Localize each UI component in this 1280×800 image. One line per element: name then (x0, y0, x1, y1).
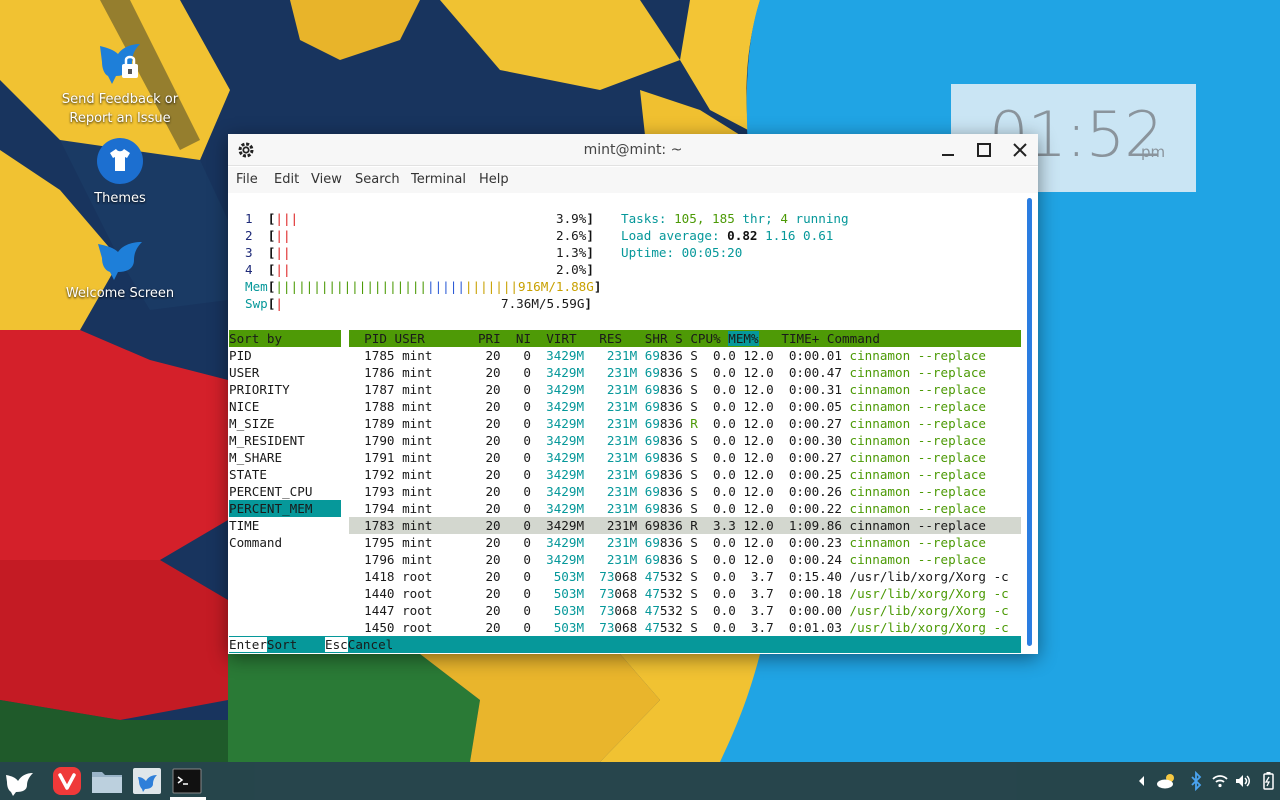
menu-edit[interactable]: Edit (274, 172, 299, 187)
welcome-bird-icon (98, 242, 142, 280)
cpu-meter-value: 2.6%] (556, 228, 594, 243)
cpu-meter-value: 3.9%] (556, 211, 594, 226)
uptime: Uptime: 00:05:20 (621, 245, 743, 260)
window-title: mint@mint: ~ (583, 142, 683, 158)
function-key-enter[interactable]: EnterSort (229, 636, 298, 653)
sort-option[interactable]: PID (229, 347, 341, 364)
weather-icon[interactable] (1155, 771, 1179, 791)
process-row[interactable]: 1795 mint 20 0 3429M 231M 69836 S 0.0 12… (349, 534, 1021, 551)
terminal-scrollbar[interactable] (1027, 198, 1032, 646)
taskbar (0, 762, 1280, 800)
desktop-icon-welcome-screen[interactable]: Welcome Screen (60, 240, 180, 303)
function-key-esc[interactable]: EscCancel (325, 636, 394, 653)
feedback-bird-icon (100, 44, 140, 84)
cpu-meter-value: 1.3%] (556, 245, 594, 260)
sort-option[interactable]: PRIORITY (229, 381, 341, 398)
minimize-icon[interactable] (938, 140, 958, 160)
process-row[interactable]: 1794 mint 20 0 3429M 231M 69836 S 0.0 12… (349, 500, 1021, 517)
process-row[interactable]: 1792 mint 20 0 3429M 231M 69836 S 0.0 12… (349, 466, 1021, 483)
cpu-meter-value: 2.0%] (556, 262, 594, 277)
sort-option[interactable]: NICE (229, 398, 341, 415)
process-row[interactable]: 1793 mint 20 0 3429M 231M 69836 S 0.0 12… (349, 483, 1021, 500)
bluetooth-icon[interactable] (1187, 771, 1205, 791)
menu-file[interactable]: File (236, 172, 258, 187)
swap-meter: Swp[| (245, 296, 283, 311)
sort-option[interactable]: Command (229, 534, 341, 551)
process-row[interactable]: 1788 mint 20 0 3429M 231M 69836 S 0.0 12… (349, 398, 1021, 415)
clock-ampm: pm (1141, 143, 1166, 161)
sort-option[interactable]: M_SIZE (229, 415, 341, 432)
sort-panel-title: Sort by (229, 330, 341, 347)
sort-option[interactable]: TIME (229, 517, 341, 534)
terminal-window[interactable]: mint@mint: ~ File Edit View Search Termi… (228, 134, 1038, 654)
process-row[interactable]: 1785 mint 20 0 3429M 231M 69836 S 0.0 12… (349, 347, 1021, 364)
desktop-icon-themes[interactable]: Themes (60, 137, 180, 208)
cpu-meter: 2 [|| (245, 228, 291, 243)
desktop-icon-label: Send Feedback or (61, 92, 179, 107)
menu-bar: File Edit View Search Terminal Help (228, 167, 1038, 193)
menu-icon[interactable] (2, 765, 36, 797)
process-row[interactable]: 1786 mint 20 0 3429M 231M 69836 S 0.0 12… (349, 364, 1021, 381)
menu-search[interactable]: Search (355, 172, 400, 187)
tasks-summary: Tasks: 105, 185 thr; 4 running (621, 211, 849, 226)
sort-option[interactable]: M_RESIDENT (229, 432, 341, 449)
process-row[interactable]: 1790 mint 20 0 3429M 231M 69836 S 0.0 12… (349, 432, 1021, 449)
wifi-icon[interactable] (1211, 771, 1229, 791)
cpu-meter: 3 [|| (245, 245, 291, 260)
desktop-icon-label: Themes (94, 191, 146, 206)
volume-icon[interactable] (1234, 771, 1252, 791)
sort-option[interactable]: PERCENT_MEM (229, 500, 341, 517)
process-row[interactable]: 1440 root 20 0 503M 73068 47532 S 0.0 3.… (349, 585, 1021, 602)
mintinstall-icon[interactable] (130, 765, 164, 797)
desktop-icon-label: Report an Issue (69, 111, 171, 126)
sort-option[interactable]: PERCENT_CPU (229, 483, 341, 500)
process-row[interactable]: 1789 mint 20 0 3429M 231M 69836 R 0.0 12… (349, 415, 1021, 432)
process-row[interactable]: 1796 mint 20 0 3429M 231M 69836 S 0.0 12… (349, 551, 1021, 568)
maximize-icon[interactable] (974, 140, 994, 160)
swap-meter-value: 7.36M/5.59G] (501, 296, 592, 311)
sort-option[interactable]: STATE (229, 466, 341, 483)
process-row[interactable]: 1450 root 20 0 503M 73068 47532 S 0.0 3.… (349, 619, 1021, 636)
window-titlebar[interactable]: mint@mint: ~ (228, 134, 1038, 166)
menu-terminal[interactable]: Terminal (411, 172, 466, 187)
sort-option[interactable]: USER (229, 364, 341, 381)
close-icon[interactable] (1010, 140, 1030, 160)
sort-option[interactable]: M_SHARE (229, 449, 341, 466)
cpu-meter: 1 [||| (245, 211, 299, 226)
process-row[interactable]: 1787 mint 20 0 3429M 231M 69836 S 0.0 12… (349, 381, 1021, 398)
process-row[interactable]: 1783 mint 20 0 3429M 231M 69836 R 3.3 12… (349, 517, 1021, 534)
menu-view[interactable]: View (311, 172, 342, 187)
chevron-left-icon[interactable] (1133, 771, 1151, 791)
mem-meter: Mem[||||||||||||||||||||||||||||||||916M… (245, 279, 602, 294)
desktop-icon-send-feedback[interactable]: Send Feedback or Report an Issue (60, 40, 180, 128)
menu-help[interactable]: Help (479, 172, 509, 187)
themes-shirt-icon (97, 138, 143, 184)
process-table-header: PID USER PRI NI VIRT RES SHR S CPU% MEM%… (349, 330, 1021, 347)
vivaldi-icon[interactable] (50, 765, 84, 797)
cpu-meter: 4 [|| (245, 262, 291, 277)
terminal-screen[interactable]: 1 [||| 3.9%] 2 [|| 2.6%] 3 [|| 1.3%] 4 [… (228, 194, 1024, 654)
load-average: Load average: 0.82 1.16 0.61 (621, 228, 834, 243)
terminal-icon[interactable] (170, 765, 204, 797)
process-row[interactable]: 1418 root 20 0 503M 73068 47532 S 0.0 3.… (349, 568, 1021, 585)
battery-icon[interactable] (1259, 771, 1277, 791)
process-row[interactable]: 1447 root 20 0 503M 73068 47532 S 0.0 3.… (349, 602, 1021, 619)
desktop-icon-label: Welcome Screen (65, 286, 175, 301)
files-icon[interactable] (90, 765, 124, 797)
process-row[interactable]: 1791 mint 20 0 3429M 231M 69836 S 0.0 12… (349, 449, 1021, 466)
